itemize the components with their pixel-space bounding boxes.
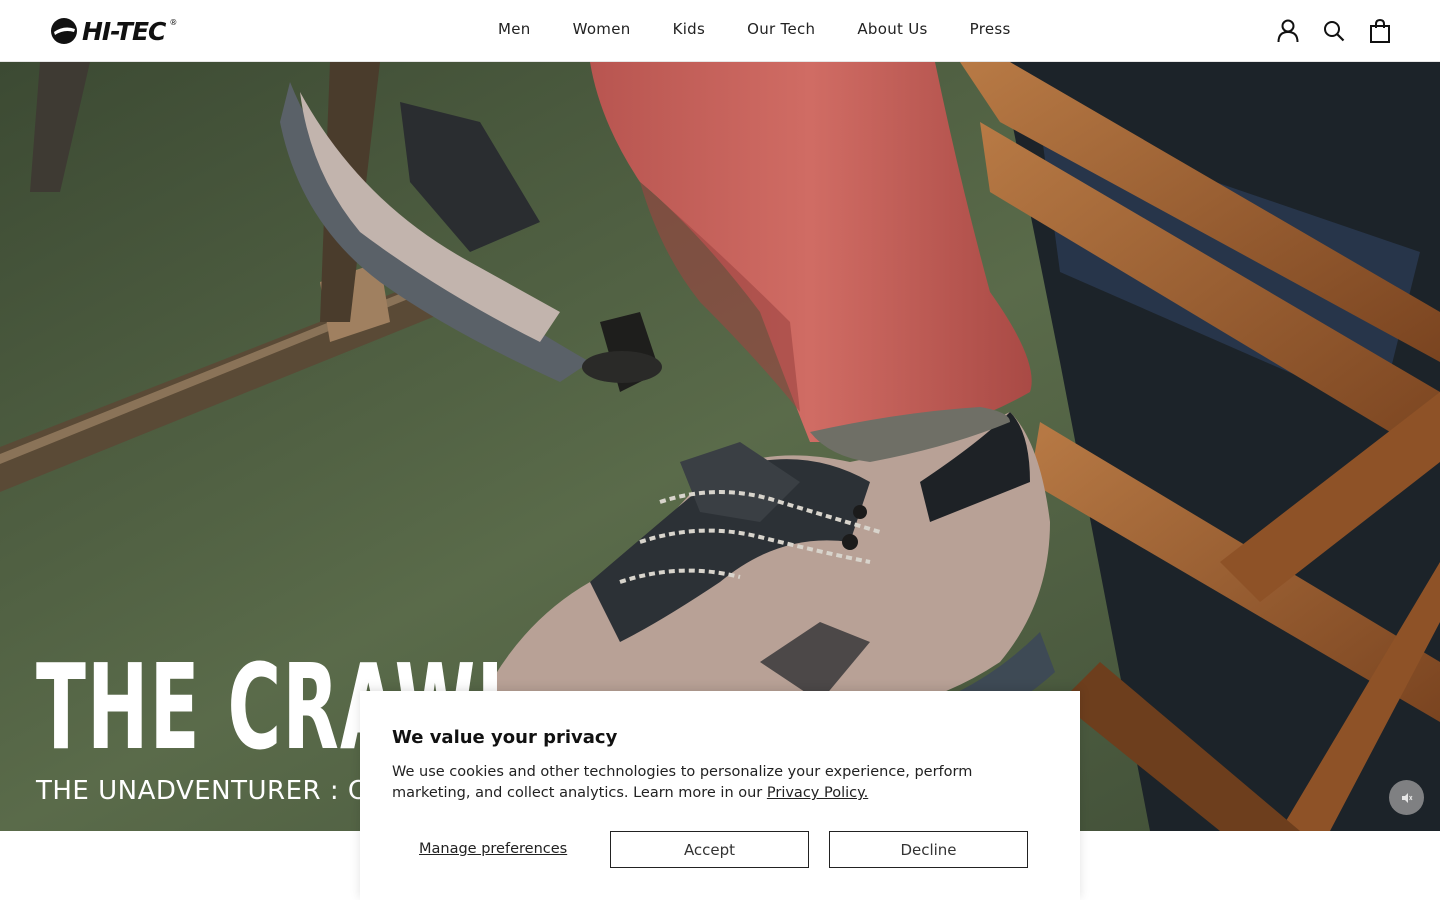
nav-about-us[interactable]: About Us — [857, 20, 927, 38]
privacy-policy-link[interactable]: Privacy Policy. — [767, 785, 868, 801]
speaker-muted-icon — [1401, 792, 1412, 803]
cookie-actions: Manage preferences Accept Decline — [392, 831, 1048, 869]
nav-our-tech[interactable]: Our Tech — [747, 20, 815, 38]
header-icons — [1276, 18, 1392, 44]
nav-women[interactable]: Women — [573, 20, 631, 38]
hi-tec-logo-icon — [51, 18, 77, 44]
cart-icon[interactable] — [1368, 18, 1392, 44]
nav-men[interactable]: Men — [498, 20, 531, 38]
hero-subtitle: THE UNADVENTURER : CH — [36, 776, 387, 806]
decline-button[interactable]: Decline — [829, 831, 1028, 868]
cookie-description: We use cookies and other technologies to… — [392, 764, 973, 801]
registered-mark: ® — [169, 17, 178, 27]
manage-preferences-button[interactable]: Manage preferences — [419, 841, 567, 857]
brand-logo[interactable]: HI-TEC ® — [50, 16, 177, 46]
brand-name: HI-TEC — [82, 16, 166, 46]
cookie-title: We value your privacy — [392, 727, 618, 748]
nav-press[interactable]: Press — [970, 20, 1011, 38]
nav-kids[interactable]: Kids — [673, 20, 706, 38]
accept-button[interactable]: Accept — [610, 831, 809, 868]
account-icon[interactable] — [1276, 18, 1300, 44]
site-header: HI-TEC ® Men Women Kids Our Tech About U… — [0, 0, 1440, 62]
search-icon[interactable] — [1322, 18, 1346, 44]
mute-button[interactable] — [1389, 780, 1424, 815]
cookie-consent-banner: We value your privacy We use cookies and… — [360, 691, 1080, 900]
main-nav: Men Women Kids Our Tech About Us Press — [498, 20, 1011, 38]
cookie-text: We use cookies and other technologies to… — [392, 762, 1052, 804]
